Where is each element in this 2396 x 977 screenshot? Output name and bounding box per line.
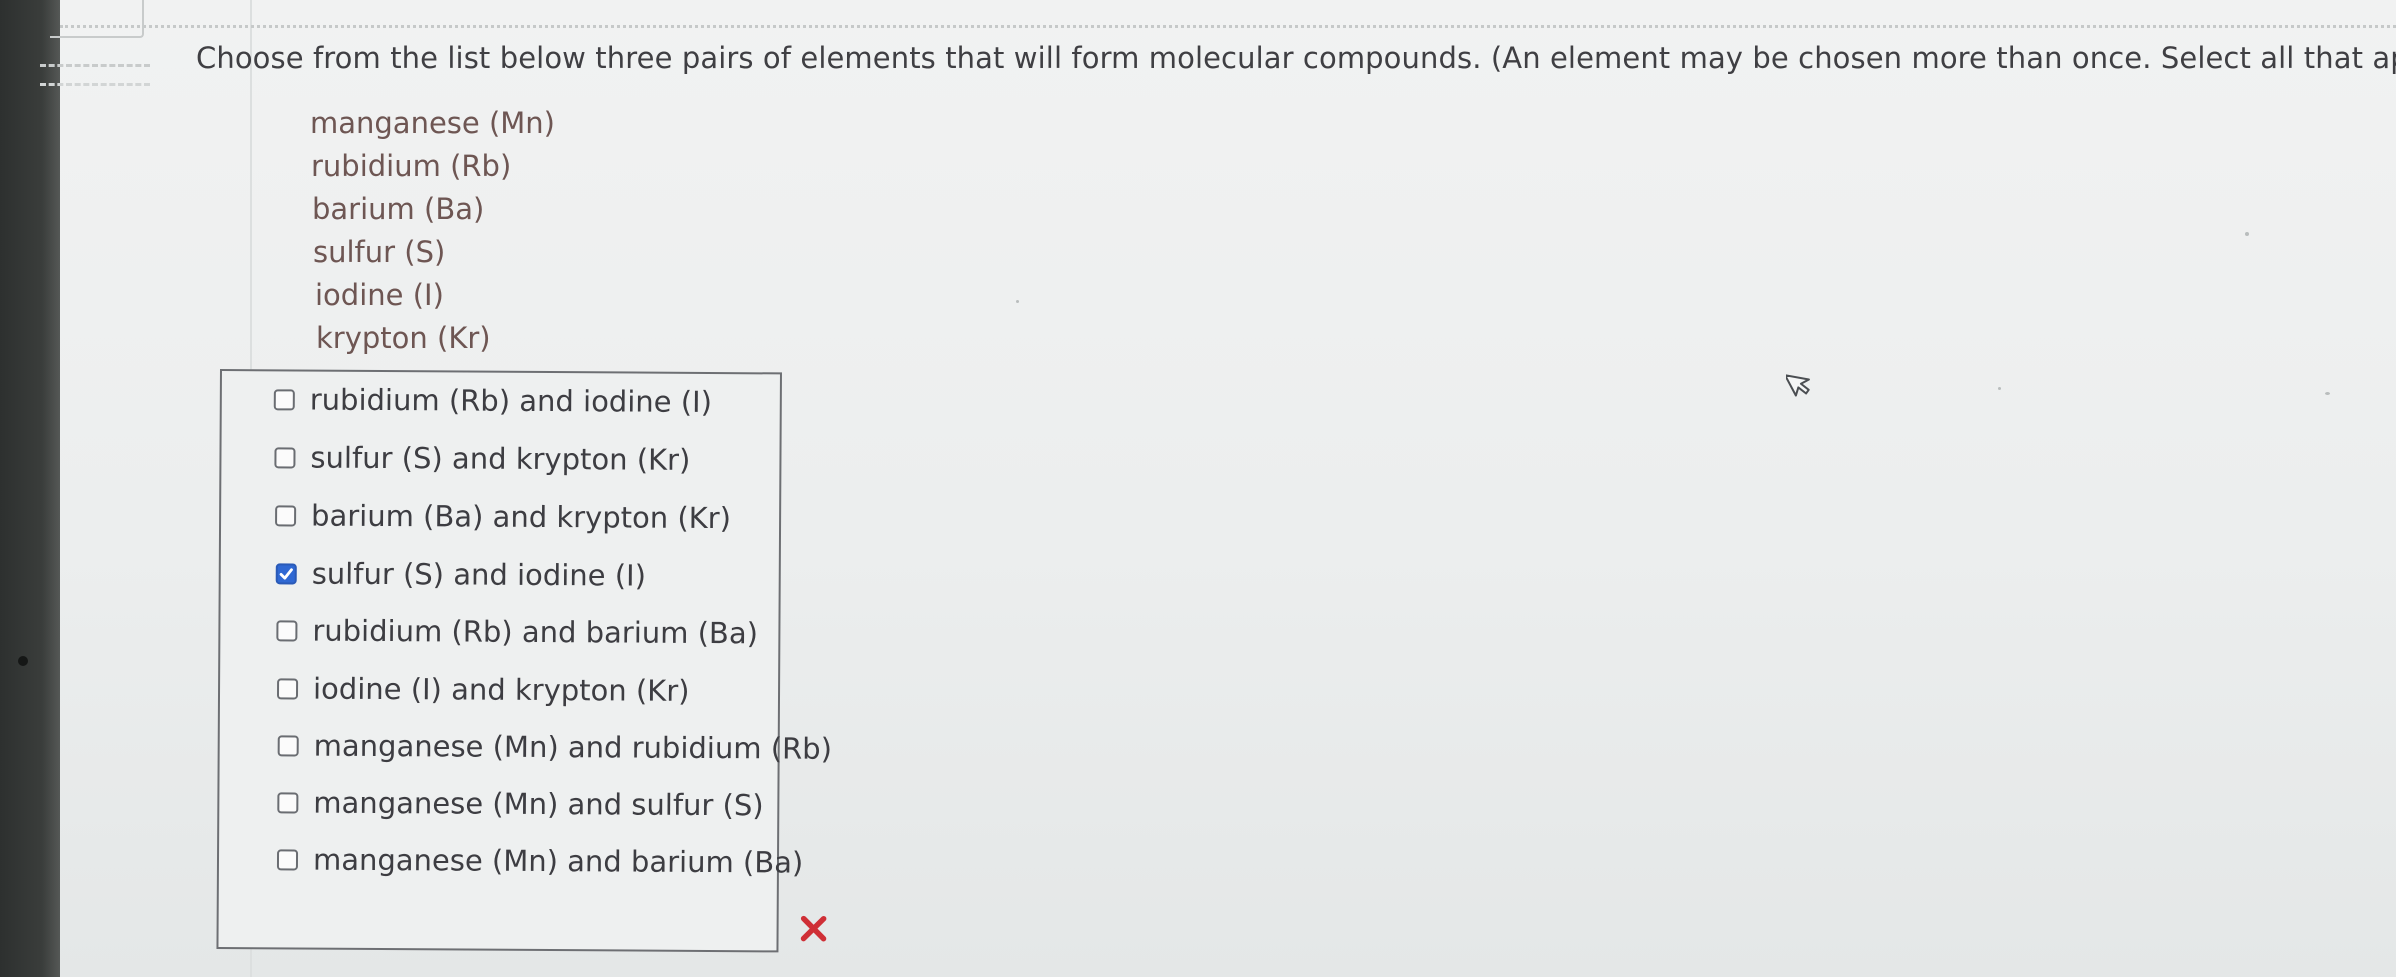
top-bracket (50, 0, 144, 38)
option-label: rubidium (Rb) and iodine (I) (309, 382, 713, 420)
checkmark-icon (279, 567, 293, 580)
checkbox[interactable] (277, 791, 299, 813)
close-x-icon[interactable] (796, 912, 830, 946)
element-list-item: barium (Ba) (312, 192, 485, 226)
option-label: iodine (I) and krypton (Kr) (312, 671, 690, 708)
mouse-pointer-icon (1786, 374, 1810, 397)
element-list-item: sulfur (S) (313, 235, 446, 269)
option-label: barium (Ba) and krypton (Kr) (311, 498, 732, 536)
option-iodine-krypton[interactable]: iodine (I) and krypton (Kr) (276, 668, 690, 711)
option-label: manganese (Mn) and sulfur (S) (313, 785, 764, 823)
element-list: manganese (Mn) rubidium (Rb) barium (Ba)… (310, 102, 555, 360)
monitor-bezel (0, 0, 60, 977)
element-list-item: krypton (Kr) (316, 321, 491, 355)
question-text: Choose from the list below three pairs o… (196, 41, 2396, 75)
option-manganese-rubidium[interactable]: manganese (Mn) and rubidium (Rb) (277, 725, 833, 768)
dust-speck (1998, 387, 2001, 390)
option-label: manganese (Mn) and rubidium (Rb) (313, 728, 833, 766)
top-edge-divider (60, 0, 2396, 28)
element-list-item: manganese (Mn) (310, 106, 555, 140)
option-label: manganese (Mn) and barium (Ba) (312, 842, 804, 880)
answer-options-box: rubidium (Rb) and iodine (I) sulfur (S) … (216, 369, 832, 953)
screen: Choose from the list below three pairs o… (40, 0, 2396, 977)
checkbox[interactable] (276, 677, 299, 699)
option-label: sulfur (S) and iodine (I) (311, 556, 647, 593)
checkbox[interactable] (276, 619, 298, 641)
dust-speck (2245, 232, 2249, 236)
option-label: rubidium (Rb) and barium (Ba) (312, 613, 759, 651)
checkbox[interactable] (277, 734, 299, 756)
checkbox-checked[interactable] (275, 562, 297, 584)
element-list-item: iodine (I) (315, 278, 444, 312)
checkbox[interactable] (276, 848, 299, 870)
option-barium-krypton[interactable]: barium (Ba) and krypton (Kr) (275, 495, 731, 538)
checkbox[interactable] (274, 446, 296, 468)
element-list-item: rubidium (Rb) (311, 149, 512, 183)
option-manganese-barium[interactable]: manganese (Mn) and barium (Ba) (276, 839, 804, 882)
dust-speck (2325, 392, 2330, 395)
checkbox[interactable] (275, 504, 297, 526)
option-manganese-sulfur[interactable]: manganese (Mn) and sulfur (S) (277, 782, 764, 825)
option-sulfur-iodine[interactable]: sulfur (S) and iodine (I) (275, 553, 647, 595)
bezel-dot (18, 656, 28, 666)
option-rubidium-barium[interactable]: rubidium (Rb) and barium (Ba) (276, 610, 758, 653)
option-label: sulfur (S) and krypton (Kr) (310, 440, 691, 477)
option-sulfur-krypton[interactable]: sulfur (S) and krypton (Kr) (274, 437, 690, 480)
dust-speck (1016, 300, 1019, 303)
dash-marks (40, 64, 150, 86)
option-rubidium-iodine[interactable]: rubidium (Rb) and iodine (I) (273, 379, 713, 422)
checkbox[interactable] (273, 388, 295, 410)
